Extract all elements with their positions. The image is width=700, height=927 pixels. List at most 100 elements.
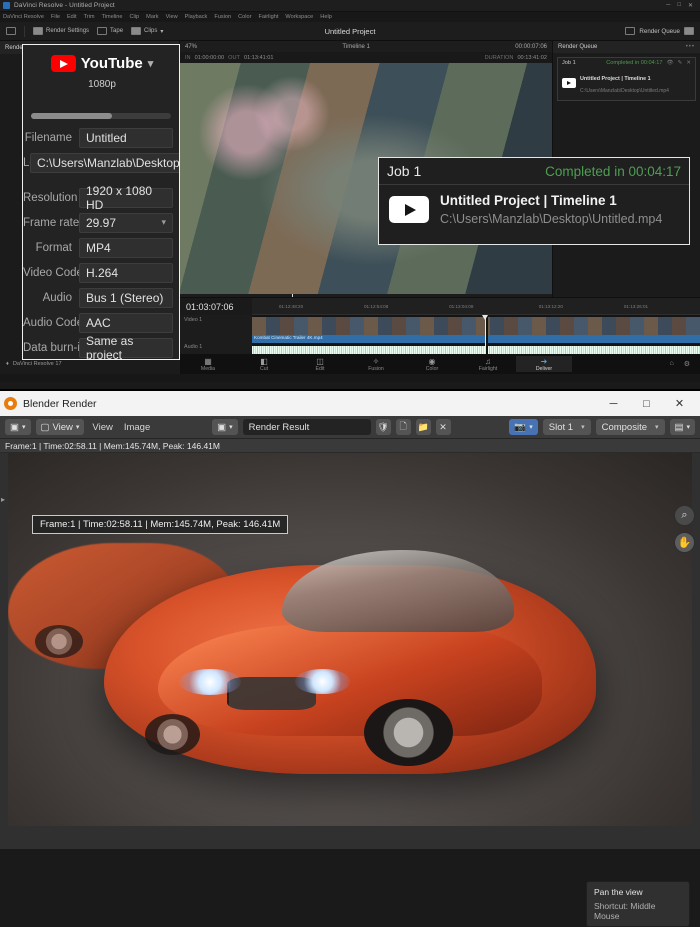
job-overlay-body: Untitled Project | Timeline 1 C:\Users\M… [379, 185, 689, 234]
zoom-tool-icon[interactable]: ⌕ [674, 505, 695, 526]
render-queue-options-icon[interactable]: ••• [686, 44, 695, 50]
page-edit[interactable]: ◫ Edit [292, 356, 348, 372]
render-preview-icon[interactable] [6, 27, 16, 35]
pan-tool-icon[interactable]: ✋ [674, 532, 695, 553]
zoom-databurnin-select[interactable]: Same as project [79, 334, 173, 359]
panel-layout-icon[interactable] [684, 27, 694, 35]
blender-header: ▣ ▾ ▢ View ▾ View Image ▣ ▾ Render Result 🛡 … [0, 416, 700, 439]
minimize-icon[interactable]: ─ [597, 391, 630, 416]
zoom-audiocodec-select[interactable]: AAC [79, 312, 173, 333]
image-datablock-button[interactable]: ▣ ▾ [212, 419, 238, 435]
fake-user-icon[interactable]: 🛡 [375, 419, 391, 435]
render-settings-label: Render Settings [46, 28, 90, 34]
page-cut[interactable]: ◧ Cut [236, 356, 292, 372]
menu-color[interactable]: Color [238, 14, 251, 20]
unlink-icon[interactable]: ✕ [435, 419, 451, 435]
blender-image-canvas[interactable]: ▸ Frame:1 | Time:02:58.11 | Mem:145.74M,… [0, 453, 700, 849]
canvas-tool-buttons[interactable]: ⌕ ✋ [674, 505, 695, 553]
zoom-resolution-select[interactable]: 1920 x 1080 HD [79, 184, 173, 212]
viewer-timeline-name[interactable]: Timeline 1 [342, 44, 369, 50]
job-overlay-path: C:\Users\Manzlab\Desktop\Untitled.mp4 [440, 212, 663, 226]
pass-select[interactable]: Composite ▾ [595, 419, 665, 435]
render-queue-toggle[interactable]: Render Queue [625, 27, 694, 35]
image-name-field[interactable]: Render Result [242, 419, 371, 435]
preset-scrollbar-thumb[interactable] [31, 113, 113, 119]
menu-workspace[interactable]: Workspace [285, 14, 313, 20]
minimize-icon[interactable]: ─ [666, 2, 670, 9]
menu-clip[interactable]: Clip [130, 14, 140, 20]
zoom-audio-select[interactable]: Bus 1 (Stereo) [79, 287, 173, 308]
video-track-header[interactable]: Video 1 [180, 315, 252, 325]
render-job-path: C:\Users\Manzlab\Desktop\Untitled.mp4 [580, 88, 669, 94]
settings-icon[interactable]: ⚙ [684, 360, 690, 368]
menu-playback[interactable]: Playback [185, 14, 208, 20]
menu-image[interactable]: Image [121, 422, 153, 433]
close-icon[interactable]: ✕ [688, 2, 693, 9]
resolve-window-controls[interactable]: ─ □ ✕ [666, 2, 697, 9]
page-deliver[interactable]: ➜ Deliver [516, 356, 572, 372]
menu-view[interactable]: View [166, 14, 178, 20]
menu-mark[interactable]: Mark [146, 14, 158, 20]
sidebar-toggle-icon[interactable]: ▸ [1, 495, 5, 504]
rendered-image[interactable] [8, 453, 692, 826]
page-edit-label: Edit [315, 366, 325, 372]
menu-timeline[interactable]: Timeline [102, 14, 123, 20]
page-fusion[interactable]: ✧ Fusion [348, 356, 404, 372]
preset-carousel[interactable]: YouTube ▾ 1080p Vimeo 1080p [23, 45, 179, 107]
render-job-card[interactable]: Job 1 Completed in 00:04:17 👁 ✎ ✕ Untitl… [557, 57, 696, 101]
view-menu-button[interactable]: ▢ View ▾ [35, 419, 85, 435]
timeline-ruler[interactable]: 01:12:48:20 01:12:54:08 01:13:04:08 01:1… [252, 298, 700, 315]
maximize-icon[interactable]: □ [677, 2, 681, 9]
render-queue-icon [625, 27, 636, 35]
video-clip[interactable]: Kombat Cinematic Trailer 4K.mp4 [252, 317, 700, 343]
page-color[interactable]: ◉ Color [404, 356, 460, 372]
render-settings-button[interactable]: Render Settings [33, 27, 89, 35]
viewer-zoom-select[interactable]: 47% [185, 44, 197, 50]
zoom-videocodec-select[interactable]: H.264 [79, 262, 173, 283]
blender-window-controls[interactable]: ─ □ ✕ [597, 391, 696, 416]
tape-button[interactable]: Tape [97, 27, 123, 35]
render-display-button[interactable]: 📷 ▾ [509, 419, 538, 435]
edit-icon[interactable]: ✎ [678, 60, 683, 66]
preset-youtube[interactable]: YouTube ▾ 1080p [23, 55, 179, 90]
menu-file[interactable]: File [51, 14, 60, 20]
open-image-icon[interactable]: 📁 [415, 419, 431, 435]
zoom-location-input[interactable]: C:\Users\Manzlab\Desktop [30, 152, 179, 173]
menu-fairlight[interactable]: Fairlight [259, 14, 279, 20]
zoom-format-select[interactable]: MP4 [79, 237, 173, 258]
audio-track-header[interactable]: Audio 1 [180, 342, 252, 352]
editor-type-button[interactable]: ▣ ▾ [5, 419, 31, 435]
preset-scrollbar[interactable] [31, 113, 171, 119]
page-media[interactable]: ▦ Media [180, 356, 236, 372]
eye-icon[interactable]: 👁 [667, 60, 674, 66]
resolve-logo-icon: ♦ [6, 361, 9, 367]
menu-view[interactable]: View [89, 422, 115, 433]
slot-label: Slot 1 [548, 421, 574, 433]
page-nav-right-icons[interactable]: ⌂ ⚙ [669, 360, 700, 368]
menu-help[interactable]: Help [320, 14, 332, 20]
menu-davinci-resolve[interactable]: DaVinci Resolve [3, 14, 44, 20]
zoom-framerate-select[interactable]: 29.97 ▾ [79, 212, 173, 233]
image-view-button[interactable]: ▤ ▾ [669, 419, 696, 435]
chevron-down-icon[interactable]: ▾ [148, 57, 154, 70]
out-value[interactable]: 01:13:41:01 [244, 55, 274, 61]
close-icon[interactable]: ✕ [663, 391, 696, 416]
render-job-info: Untitled Project | Timeline 1 C:\Users\M… [580, 71, 669, 95]
clips-button[interactable]: Clips ▾ [131, 27, 163, 35]
delete-icon[interactable]: ✕ [686, 60, 691, 66]
menu-fusion[interactable]: Fusion [214, 14, 231, 20]
home-icon[interactable]: ⌂ [669, 360, 673, 368]
maximize-icon[interactable]: □ [630, 391, 663, 416]
menu-trim[interactable]: Trim [84, 14, 95, 20]
timeline-tracks[interactable]: Kombat Cinematic Trailer 4K.mp4 Kombat C… [252, 315, 700, 370]
in-value[interactable]: 01:00:00:00 [195, 55, 225, 61]
menu-edit[interactable]: Edit [67, 14, 77, 20]
page-navigation[interactable]: ▦ Media ◧ Cut ◫ Edit ✧ Fusion ◉ Color ♫ Fairli… [180, 354, 700, 374]
chevron-down-icon[interactable]: ▾ [161, 217, 166, 228]
zoom-filename-input[interactable]: Untitled [79, 127, 173, 148]
resolve-menubar[interactable]: DaVinci Resolve File Edit Trim Timeline … [0, 12, 700, 22]
page-fairlight[interactable]: ♫ Fairlight [460, 356, 516, 372]
slot-select[interactable]: Slot 1 ▾ [542, 419, 591, 435]
timeline-playhead[interactable] [481, 315, 488, 354]
new-image-icon[interactable]: 🗋 [395, 419, 411, 435]
